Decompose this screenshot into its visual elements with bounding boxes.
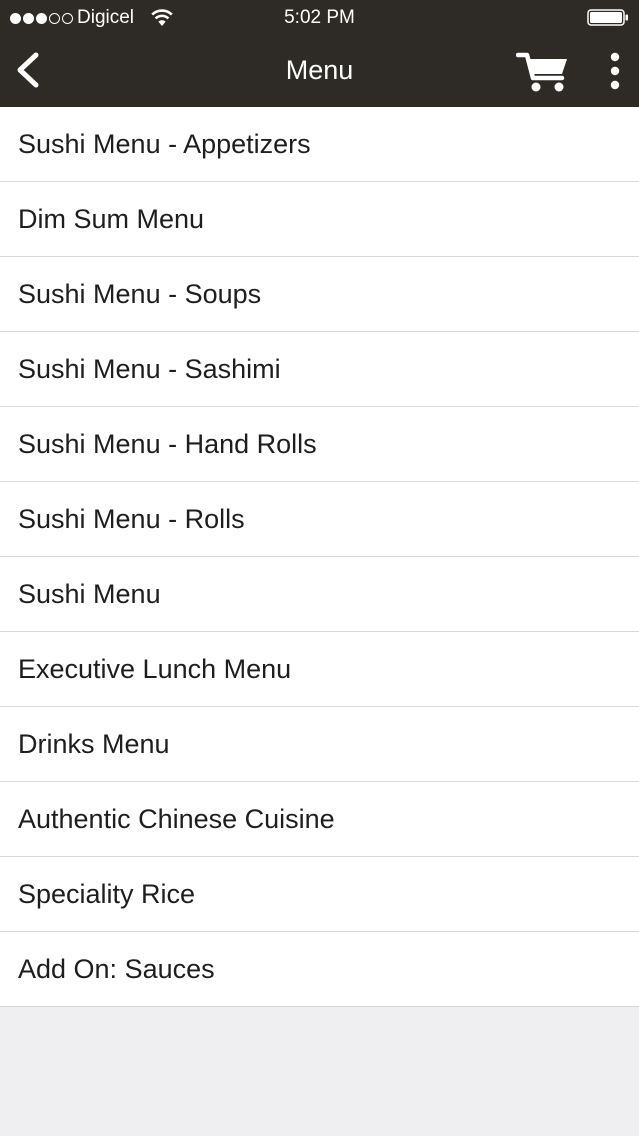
- top-bar: Digicel 5:02 PM Menu: [0, 0, 639, 107]
- menu-item-sushi-menu[interactable]: Sushi Menu: [0, 557, 639, 632]
- navigation-bar: Menu: [0, 36, 639, 107]
- menu-item-sushi-sashimi[interactable]: Sushi Menu - Sashimi: [0, 332, 639, 407]
- menu-item-sushi-soups[interactable]: Sushi Menu - Soups: [0, 257, 639, 332]
- status-bar: Digicel 5:02 PM: [0, 0, 639, 36]
- menu-item-sushi-hand-rolls[interactable]: Sushi Menu - Hand Rolls: [0, 407, 639, 482]
- menu-item-add-on-sauces[interactable]: Add On: Sauces: [0, 932, 639, 1007]
- battery-icon: [587, 9, 628, 26]
- menu-category-list: Sushi Menu - Appetizers Dim Sum Menu Sus…: [0, 107, 639, 1007]
- menu-item-dim-sum[interactable]: Dim Sum Menu: [0, 182, 639, 257]
- cart-icon[interactable]: [516, 49, 570, 95]
- menu-item-speciality-rice[interactable]: Speciality Rice: [0, 857, 639, 932]
- menu-item-drinks[interactable]: Drinks Menu: [0, 707, 639, 782]
- menu-item-sushi-rolls[interactable]: Sushi Menu - Rolls: [0, 482, 639, 557]
- back-chevron-icon[interactable]: [10, 50, 50, 90]
- menu-item-executive-lunch[interactable]: Executive Lunch Menu: [0, 632, 639, 707]
- menu-item-sushi-appetizers[interactable]: Sushi Menu - Appetizers: [0, 107, 639, 182]
- status-time: 5:02 PM: [284, 7, 355, 28]
- menu-item-authentic-chinese[interactable]: Authentic Chinese Cuisine: [0, 782, 639, 857]
- more-vertical-icon[interactable]: [603, 52, 627, 90]
- screen: Digicel 5:02 PM Menu Sushi Menu - Appeti…: [0, 0, 639, 1136]
